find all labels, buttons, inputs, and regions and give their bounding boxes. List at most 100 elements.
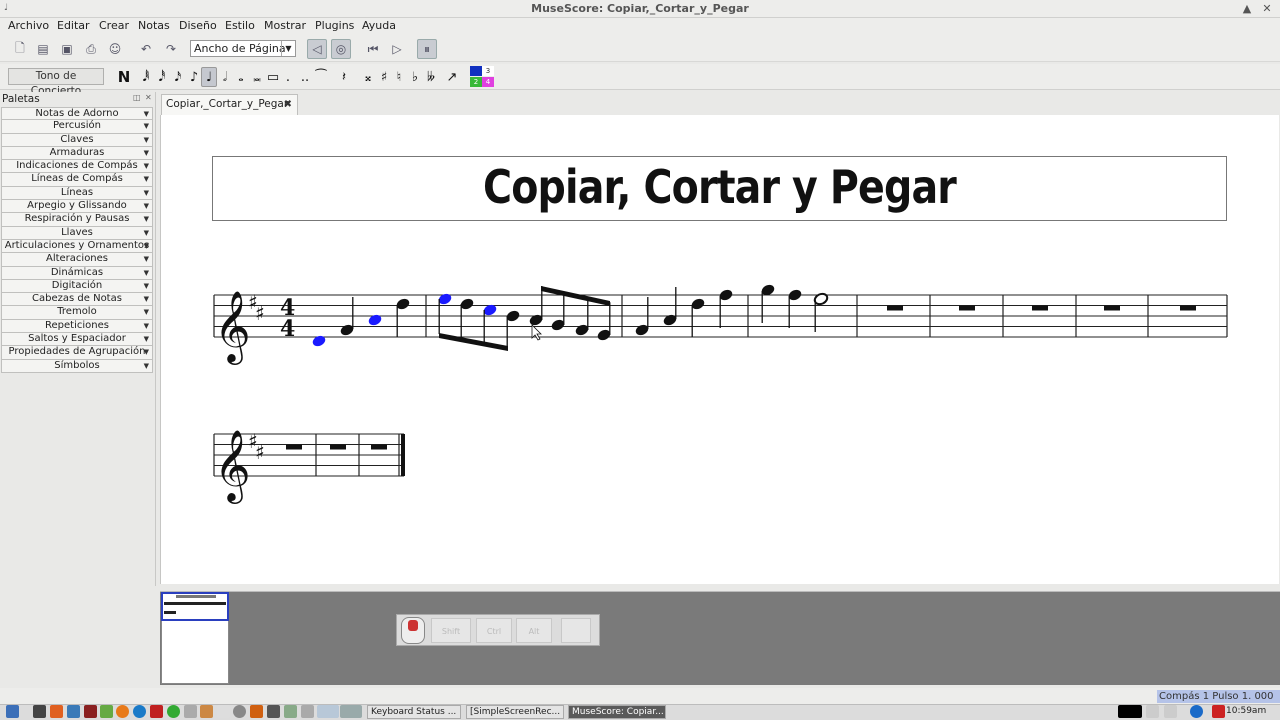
task-keyboard-status[interactable]: Keyboard Status ... — [367, 705, 461, 719]
voice-4-button[interactable]: 4 — [482, 77, 494, 87]
menu-plugins[interactable]: Plugins — [315, 19, 354, 32]
print-icon[interactable]: ⎙ — [81, 39, 101, 59]
double-dot-icon[interactable]: .. — [297, 67, 313, 87]
measure-rest[interactable] — [1180, 305, 1196, 311]
close-panel-icon[interactable]: ✕ — [145, 94, 153, 102]
float-panel-icon[interactable]: ◫ — [133, 94, 141, 102]
key-signature-sharp[interactable]: ♯ — [255, 301, 265, 325]
menu-editar[interactable]: Editar — [57, 19, 90, 32]
palette-repeticiones[interactable]: Repeticiones ▼ — [1, 319, 153, 334]
measure-rest[interactable] — [959, 305, 975, 311]
open-file-icon[interactable]: ▤ — [33, 39, 53, 59]
minimize-icon[interactable]: ▲ — [1240, 2, 1254, 16]
duration-eighth-icon[interactable]: ♪ — [186, 67, 202, 87]
duration-breve-icon[interactable]: 𝅜 — [249, 67, 265, 87]
palette-propiedades-de-agrupacion[interactable]: Propiedades de Agrupación ▼ — [1, 346, 153, 360]
staff-system-1[interactable]: 𝄞♯♯ 44 — [200, 260, 1240, 370]
undo-icon[interactable]: ↶ — [136, 39, 156, 59]
task-screen-recorder[interactable]: [SimpleScreenRec... — [466, 705, 564, 719]
new-file-icon[interactable]: 🗋 — [10, 39, 30, 59]
task-musescore[interactable]: MuseScore: Copiar... — [568, 705, 666, 719]
duration-32nd-icon[interactable]: 𝅘𝅥𝅰 — [154, 67, 170, 87]
voice-1-button[interactable]: 1 — [470, 66, 482, 76]
concert-pitch-button[interactable]: Tono de Concierto — [8, 68, 104, 97]
zoom-select[interactable]: Ancho de Página ▼ — [190, 40, 296, 57]
palette-tremolo[interactable]: Tremolo ▼ — [1, 306, 153, 320]
key-signature-sharp[interactable]: ♯ — [255, 440, 265, 464]
app-icon-7[interactable] — [233, 705, 246, 718]
menu-mostrar[interactable]: Mostrar — [264, 19, 306, 32]
palette-respiracion-y-pausas[interactable]: Respiración y Pausas ▼ — [1, 213, 153, 227]
play-icon[interactable]: ▷ — [387, 39, 407, 59]
flat-icon[interactable]: ♭ — [407, 67, 423, 87]
measure-rest[interactable] — [887, 305, 903, 311]
menu-notas[interactable]: Notas — [138, 19, 170, 32]
headphones-icon[interactable] — [267, 705, 280, 718]
menu-estilo[interactable]: Estilo — [225, 19, 255, 32]
dot-icon[interactable]: . — [280, 67, 296, 87]
palette-lineas-de-compas[interactable]: Líneas de Compás ▼ — [1, 173, 153, 187]
tray-alert-icon[interactable] — [1212, 705, 1225, 718]
app-icon-6[interactable] — [217, 705, 230, 718]
duration-64th-icon[interactable]: 𝅘𝅥𝅱 — [138, 67, 154, 87]
measure-rest[interactable] — [371, 444, 387, 450]
tie-icon[interactable]: ⁀ — [313, 67, 329, 87]
play-sound-icon[interactable]: ◁ — [307, 39, 327, 59]
tray-network-icon[interactable] — [1146, 705, 1159, 718]
palette-dinamicas[interactable]: Dinámicas ▼ — [1, 266, 153, 280]
duration-long-icon[interactable]: ▭ — [265, 67, 281, 87]
duration-whole-icon[interactable]: 𝅝 — [233, 67, 249, 87]
voice-2-button[interactable]: 2 — [470, 77, 482, 87]
media-icon[interactable] — [84, 705, 97, 718]
app-icon-2[interactable] — [100, 705, 113, 718]
voice-3-button[interactable]: 3 — [482, 66, 494, 76]
duration-half-icon[interactable]: 𝅗𝅥 — [217, 67, 233, 87]
app-icon-4[interactable] — [184, 705, 197, 718]
mouse-cursor-icon[interactable] — [531, 324, 542, 341]
app-icon-10[interactable] — [301, 705, 314, 718]
palette-alteraciones[interactable]: Alteraciones ▼ — [1, 253, 153, 267]
close-icon[interactable]: ✕ — [1260, 2, 1274, 16]
palette-arpegio-y-glissando[interactable]: Arpegio y Glissando ▼ — [1, 200, 153, 214]
flip-direction-icon[interactable]: ↗ — [444, 67, 460, 87]
beam[interactable] — [439, 333, 508, 351]
palette-saltos-y-espaciador[interactable]: Saltos y Espaciador ▼ — [1, 333, 153, 347]
measure-rest[interactable] — [1032, 305, 1048, 311]
menu-archivo[interactable]: Archivo — [8, 19, 49, 32]
start-menu-icon[interactable] — [6, 705, 19, 718]
staff-system-2[interactable]: 𝄞♯♯ — [200, 400, 420, 510]
close-tab-icon[interactable]: ✖ — [284, 95, 292, 114]
app-icon-5[interactable] — [200, 705, 213, 718]
pause-icon[interactable]: ⏸ — [417, 39, 437, 59]
score-title[interactable]: Copiar, Cortar y Pegar — [284, 160, 1155, 214]
treble-clef[interactable]: 𝄞 — [214, 428, 251, 504]
duration-quarter-icon[interactable]: ♩ — [201, 67, 217, 87]
title-frame[interactable]: Copiar, Cortar y Pegar — [212, 156, 1227, 221]
browser-icon[interactable] — [133, 705, 146, 718]
beam[interactable] — [541, 286, 610, 306]
tray-volume-icon[interactable] — [1164, 705, 1177, 718]
save-icon[interactable]: ▣ — [57, 39, 77, 59]
app-icon-3[interactable] — [167, 705, 180, 718]
palette-llaves[interactable]: Llaves ▼ — [1, 226, 153, 240]
workspace-2[interactable] — [340, 705, 362, 718]
treble-clef[interactable]: 𝄞 — [214, 289, 251, 365]
palette-lineas[interactable]: Líneas ▼ — [1, 186, 153, 201]
double-flat-icon[interactable]: 𝄫 — [423, 67, 439, 87]
natural-icon[interactable]: ♮ — [391, 67, 407, 87]
tray-hp-icon[interactable] — [1190, 705, 1203, 718]
palette-cabezas-de-notas[interactable]: Cabezas de Notas ▼ — [1, 293, 153, 307]
palette-digitacion[interactable]: Digitación ▼ — [1, 279, 153, 294]
parts-icon[interactable]: ☺ — [105, 39, 125, 59]
app-launcher-icon[interactable] — [50, 705, 63, 718]
palette-simbolos[interactable]: Símbolos ▼ — [1, 359, 153, 373]
menu-ayuda[interactable]: Ayuda — [362, 19, 396, 32]
note-head[interactable] — [311, 334, 327, 348]
measure-rest[interactable] — [286, 444, 302, 450]
note-head[interactable] — [367, 313, 383, 327]
palette-articulaciones-y-ornamentos[interactable]: Articulaciones y Ornamentos ▼ — [1, 239, 153, 254]
filezilla-icon[interactable] — [150, 705, 163, 718]
time-signature-bottom[interactable]: 4 — [280, 316, 295, 342]
sharp-icon[interactable]: ♯ — [376, 67, 392, 87]
measure-rest[interactable] — [330, 444, 346, 450]
